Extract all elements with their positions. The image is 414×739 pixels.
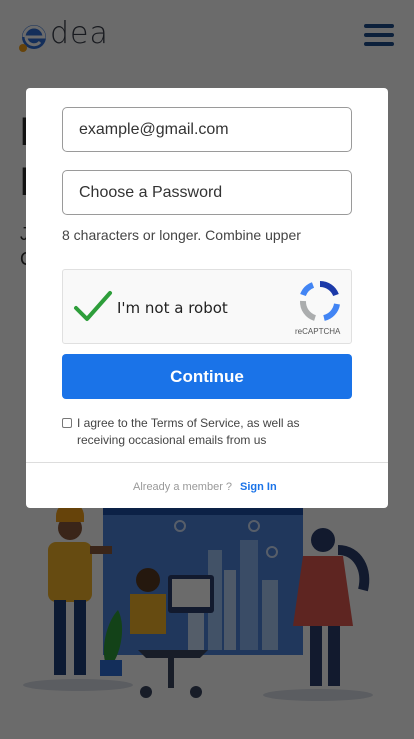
sign-in-link[interactable]: Sign In bbox=[240, 481, 277, 493]
recaptcha-widget: I'm not a robot reCAPTCHA bbox=[62, 269, 352, 344]
checkmark-icon[interactable] bbox=[73, 290, 113, 324]
continue-button[interactable]: Continue bbox=[62, 354, 352, 399]
signup-modal: 8 characters or longer. Combine upper I'… bbox=[26, 88, 388, 508]
captcha-label: I'm not a robot bbox=[117, 299, 228, 317]
password-hint: 8 characters or longer. Combine upper bbox=[62, 227, 301, 243]
password-field[interactable] bbox=[62, 170, 352, 215]
already-member-text: Already a member ? bbox=[133, 481, 233, 493]
recaptcha-brand-text: reCAPTCHA bbox=[295, 327, 341, 336]
modal-divider bbox=[26, 462, 388, 463]
agree-checkbox[interactable] bbox=[62, 418, 72, 428]
recaptcha-logo-icon bbox=[300, 280, 340, 321]
email-field[interactable] bbox=[62, 107, 352, 152]
agree-terms-text: I agree to the Terms of Service, as well… bbox=[77, 416, 300, 447]
